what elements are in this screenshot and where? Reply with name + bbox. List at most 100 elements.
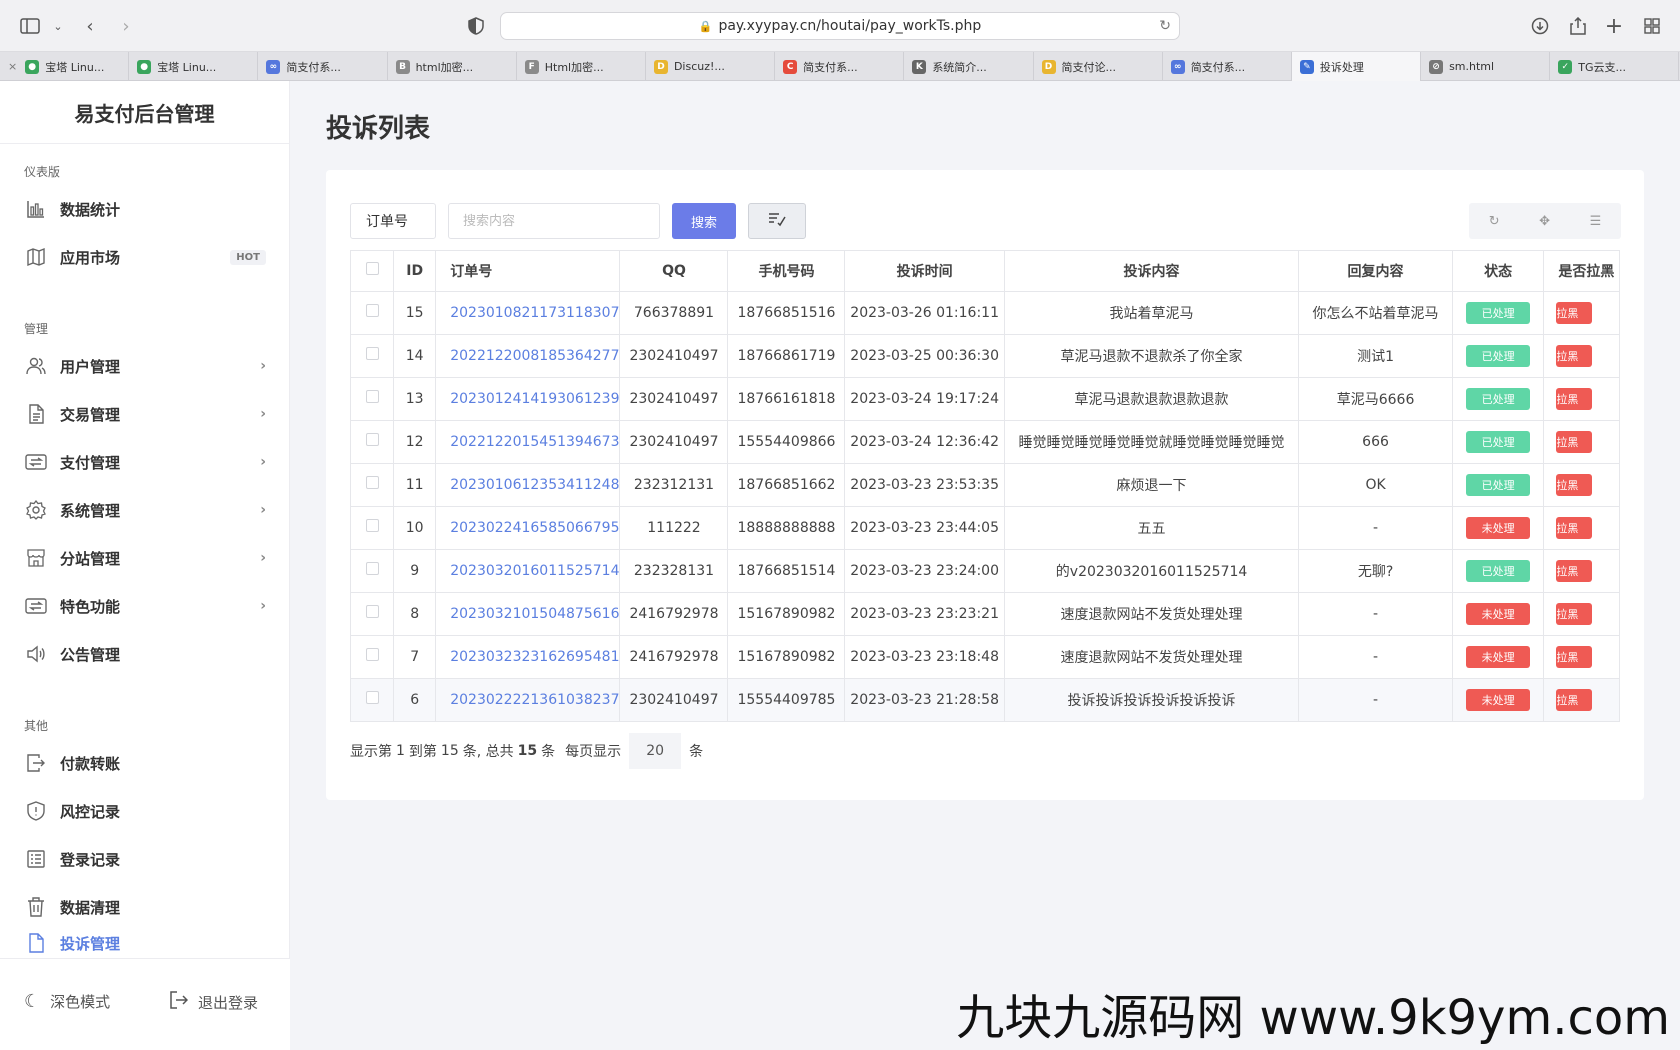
sidebar-item-market[interactable]: 应用市场 HOT xyxy=(0,237,290,277)
order-link[interactable]: 2023022221361038237 xyxy=(450,692,619,708)
sidebar-item-substation[interactable]: 分站管理 › xyxy=(0,538,290,578)
browser-tab[interactable]: ⊘ sm.html xyxy=(1421,52,1551,81)
row-checkbox[interactable] xyxy=(365,605,379,618)
sidebar-item-trades[interactable]: 交易管理 › xyxy=(0,394,290,434)
sidebar-item-login[interactable]: 登录记录 xyxy=(0,839,290,879)
blacklist-badge[interactable]: 拉黑 xyxy=(1556,516,1593,539)
browser-tab[interactable]: ∞ 简支付系... xyxy=(258,52,388,81)
row-checkbox[interactable] xyxy=(365,519,379,532)
order-link[interactable]: 2022122015451394673 xyxy=(450,434,619,450)
browser-tab[interactable]: C 简支付系... xyxy=(775,52,905,81)
close-icon[interactable]: × xyxy=(8,60,17,73)
url-bar[interactable]: 🔒 pay.xyypay.cn/houtai/pay_workTs.php ↻ xyxy=(500,12,1180,40)
table-row[interactable]: 9 2023032016011525714 232328131 18766851514… xyxy=(350,548,1620,593)
order-link[interactable]: 2023032323162695481 xyxy=(450,649,619,665)
tab-overview-icon[interactable] xyxy=(1638,12,1666,40)
browser-tab[interactable]: D 简支付论... xyxy=(1034,52,1163,81)
browser-tab[interactable]: ✓ TG云支... xyxy=(1550,52,1680,81)
sidebar-item-cleanup[interactable]: 数据清理 xyxy=(0,887,290,927)
refresh-icon[interactable]: ↻ xyxy=(1489,214,1500,229)
table-row[interactable]: 6 2023022221361038237 2302410497 1555440978… xyxy=(350,677,1620,722)
order-link[interactable]: 2023010612353411248 xyxy=(450,477,619,493)
row-checkbox[interactable] xyxy=(365,691,379,704)
order-link[interactable]: 2023032101504875616 xyxy=(450,606,619,622)
row-checkbox[interactable] xyxy=(365,304,379,317)
blacklist-badge[interactable]: 拉黑 xyxy=(1556,473,1593,496)
row-checkbox[interactable] xyxy=(365,476,379,489)
back-icon[interactable]: ‹ xyxy=(76,12,104,40)
col-time[interactable]: 投诉时间 xyxy=(844,251,1005,292)
order-link[interactable]: 2022122008185364277 xyxy=(450,348,619,364)
table-row[interactable]: 11 2023010612353411248 232312131 1876685166… xyxy=(350,462,1620,507)
table-row[interactable]: 15 2023010821173118307 766378891 1876685151… xyxy=(350,290,1620,335)
col-extra[interactable]: 是否拉黑 xyxy=(1543,251,1620,292)
table-row[interactable]: 10 2023022416585066795 111222 18888888888 20… xyxy=(350,505,1620,550)
filter-select[interactable]: 订单号 xyxy=(350,203,436,239)
share-icon[interactable] xyxy=(1564,12,1592,40)
chevron-down-icon[interactable]: ⌄ xyxy=(44,12,72,40)
sidebar-item-transfer[interactable]: 付款转账 xyxy=(0,743,290,783)
search-input[interactable] xyxy=(448,203,660,239)
blacklist-badge[interactable]: 拉黑 xyxy=(1556,387,1593,410)
blacklist-badge[interactable]: 拉黑 xyxy=(1556,559,1593,582)
sidebar-item-notices[interactable]: 公告管理 xyxy=(0,634,290,674)
table-row[interactable]: 14 2022122008185364277 2302410497 187668617… xyxy=(350,333,1620,378)
row-checkbox[interactable] xyxy=(365,562,379,575)
row-checkbox[interactable] xyxy=(365,347,379,360)
blacklist-badge[interactable]: 拉黑 xyxy=(1556,602,1593,625)
columns-icon[interactable]: ☰ xyxy=(1590,214,1602,229)
sidebar-item-payments[interactable]: 支付管理 › xyxy=(0,442,290,482)
download-icon[interactable] xyxy=(1526,12,1554,40)
row-checkbox[interactable] xyxy=(365,433,379,446)
table-row[interactable]: 8 2023032101504875616 2416792978 1516789098… xyxy=(350,591,1620,636)
table-row[interactable]: 12 2022122015451394673 2302410497 155544098… xyxy=(350,419,1620,464)
page-size-select[interactable]: 20 xyxy=(629,733,682,769)
shield-icon[interactable] xyxy=(462,12,490,40)
col-phone[interactable]: 手机号码 xyxy=(727,251,846,292)
col-id[interactable]: ID xyxy=(393,251,437,292)
sidebar-item-stats[interactable]: 数据统计 xyxy=(0,189,290,229)
table-row[interactable]: 13 2023012414193061239 2302410497 187661618… xyxy=(350,376,1620,421)
col-status[interactable]: 状态 xyxy=(1451,251,1545,292)
reload-icon[interactable]: ↻ xyxy=(1159,18,1171,34)
order-link[interactable]: 2023012414193061239 xyxy=(450,391,619,407)
forward-icon[interactable]: › xyxy=(112,12,140,40)
blacklist-badge[interactable]: 拉黑 xyxy=(1556,645,1593,668)
col-order[interactable]: 订单号 xyxy=(435,251,621,292)
blacklist-badge[interactable]: 拉黑 xyxy=(1556,430,1593,453)
browser-tab[interactable]: ● 宝塔 Linu... xyxy=(129,52,259,81)
browser-tab[interactable]: Bhtml加密... xyxy=(388,52,517,81)
browser-tab[interactable]: D Discuz!... xyxy=(646,52,776,81)
new-tab-icon[interactable]: + xyxy=(1600,12,1628,40)
sidebar-item-users[interactable]: 用户管理 › xyxy=(0,346,290,386)
order-link[interactable]: 2023032016011525714 xyxy=(450,563,619,579)
logout-button[interactable]: 退出登录 xyxy=(170,991,258,1014)
sidebar-item-risk[interactable]: 风控记录 xyxy=(0,791,290,831)
order-link[interactable]: 2023010821173118307 xyxy=(450,305,619,321)
reset-filter-button[interactable] xyxy=(748,203,806,239)
browser-tab[interactable]: F Html加密... xyxy=(517,52,646,81)
browser-tab[interactable]: K 系统简介... xyxy=(904,52,1034,81)
browser-tab[interactable]: ∞ 简支付系... xyxy=(1163,52,1292,81)
order-link[interactable]: 2023022416585066795 xyxy=(450,520,619,536)
col-reply[interactable]: 回复内容 xyxy=(1298,251,1453,292)
blacklist-badge[interactable]: 拉黑 xyxy=(1556,301,1593,324)
dark-mode-button[interactable]: ☾ 深色模式 xyxy=(24,991,110,1012)
search-button[interactable]: 搜索 xyxy=(672,203,736,239)
sidebar-item-complaints[interactable]: 投诉管理 xyxy=(0,933,290,953)
browser-tab[interactable]: × ● 宝塔 Linu... xyxy=(0,52,130,81)
browser-tab[interactable]: ✎ 投诉处理 xyxy=(1291,52,1422,81)
favicon-icon: C xyxy=(783,59,798,74)
col-content[interactable]: 投诉内容 xyxy=(1003,251,1300,292)
col-qq[interactable]: QQ xyxy=(619,251,729,292)
table-row[interactable]: 7 2023032323162695481 2416792978 1516789098… xyxy=(350,634,1620,679)
sidebar-item-system[interactable]: 系统管理 › xyxy=(0,490,290,530)
sidebar-toggle-icon[interactable] xyxy=(16,12,44,40)
blacklist-badge[interactable]: 拉黑 xyxy=(1556,688,1593,711)
fullscreen-icon[interactable]: ✥ xyxy=(1539,214,1550,229)
select-all-checkbox[interactable] xyxy=(365,262,379,276)
sidebar-item-features[interactable]: 特色功能 › xyxy=(0,586,290,626)
blacklist-badge[interactable]: 拉黑 xyxy=(1556,344,1593,367)
row-checkbox[interactable] xyxy=(365,648,379,661)
row-checkbox[interactable] xyxy=(365,390,379,403)
